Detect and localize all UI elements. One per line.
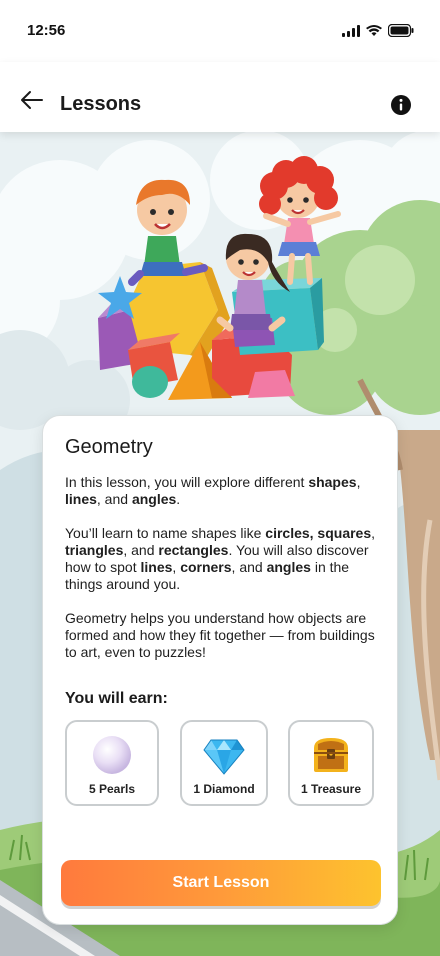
earn-heading: You will earn: (65, 690, 168, 707)
diamond-icon (203, 739, 245, 775)
rewards-list: 5 Pearls 1 Diamond 1 Treasure (65, 720, 381, 806)
back-button[interactable] (20, 90, 52, 118)
lesson-learn-paragraph: You’ll learn to name shapes like circles… (65, 525, 376, 592)
lesson-title: Geometry (65, 436, 153, 458)
reward-treasure: 1 Treasure (288, 720, 374, 806)
status-bar: 12:56 (0, 0, 440, 62)
battery-icon (388, 24, 414, 37)
reward-label: 1 Diamond (193, 782, 255, 796)
app-header: Lessons (0, 62, 440, 132)
lesson-summary-paragraph: Geometry helps you understand how object… (65, 610, 375, 660)
info-icon (391, 95, 411, 115)
cellular-signal-icon (342, 24, 360, 37)
start-lesson-button[interactable]: Start Lesson (61, 860, 381, 906)
status-icons (342, 24, 414, 37)
reward-pearls: 5 Pearls (65, 720, 159, 806)
lesson-card: Geometry In this lesson, you will explor… (42, 415, 398, 925)
page-title: Lessons (60, 93, 142, 115)
lesson-description: In this lesson, you will explore differe… (65, 474, 381, 678)
wifi-icon (366, 24, 382, 36)
status-time: 12:56 (27, 22, 66, 39)
pearl-icon (93, 736, 131, 774)
reward-label: 5 Pearls (88, 782, 136, 796)
lesson-intro-paragraph: In this lesson, you will explore differe… (65, 474, 361, 507)
reward-label: 1 Treasure (300, 782, 362, 796)
treasure-chest-icon (314, 738, 348, 772)
info-button[interactable] (390, 94, 412, 116)
arrow-left-icon (21, 91, 43, 109)
reward-diamond: 1 Diamond (180, 720, 268, 806)
